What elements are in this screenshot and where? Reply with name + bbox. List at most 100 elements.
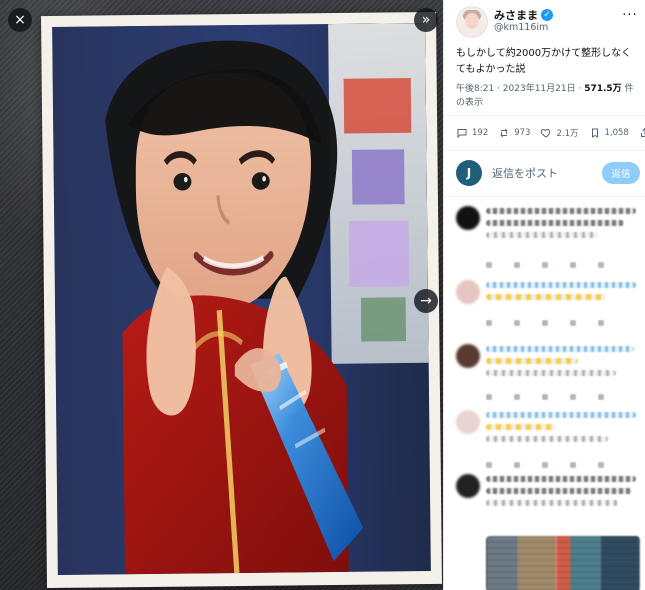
reply-actions-blurred (486, 320, 636, 328)
like-action[interactable]: 2.1万 (540, 127, 579, 139)
reply-avatar[interactable] (456, 280, 480, 304)
verified-check: ✓ (543, 9, 551, 20)
next-image-button[interactable]: → (414, 289, 438, 313)
blurred-line (486, 208, 636, 214)
blurred-line (486, 282, 636, 288)
tweet-panel: みさまま ✓ @km116im ··· もしかして約2000万かけて整形しなくて… (443, 0, 645, 590)
verified-badge-icon: ✓ (541, 9, 553, 21)
blurred-line (486, 488, 632, 494)
tweet-timestamp[interactable]: 午後8:21 · 2023年11月21日 · (456, 84, 584, 94)
like-count: 2.1万 (556, 129, 579, 139)
reply-action-dot (542, 262, 548, 268)
views-count: 571.5万 (584, 84, 622, 94)
reply-action-dot (570, 394, 576, 400)
tweet-text: もしかして約2000万かけて整形しなくてもよかった説 (456, 48, 632, 75)
reply-action-dot (514, 320, 520, 326)
reply-action-dot (598, 462, 604, 468)
reply-actions-blurred (486, 462, 636, 470)
author-display-name[interactable]: みさまま (494, 7, 538, 23)
reply-action-dot (542, 320, 548, 326)
repost-action[interactable]: 973 (498, 127, 530, 139)
reply-action-dot (598, 262, 604, 268)
reply-item[interactable] (456, 206, 638, 276)
blurred-line (486, 294, 606, 300)
reply-action-dot (486, 262, 492, 268)
share-action[interactable] (639, 127, 645, 139)
reply-action-dot (598, 320, 604, 326)
reply-submit-button[interactable]: 返信 (602, 162, 640, 184)
reply-action-dot (486, 320, 492, 326)
divider-2 (444, 150, 645, 151)
reply-icon (456, 127, 468, 139)
bookmark-action[interactable]: 1,058 (589, 127, 629, 139)
blurred-line (486, 424, 556, 430)
photo-illustration (52, 23, 431, 575)
heart-icon (540, 127, 552, 139)
reply-text-blurred (486, 412, 636, 448)
reply-action[interactable]: 192 (456, 127, 488, 139)
reply-item[interactable] (456, 474, 638, 538)
blurred-line (486, 232, 598, 238)
avatar-face (465, 13, 479, 29)
reply-item[interactable] (456, 410, 638, 472)
close-icon: × (14, 12, 26, 28)
tweet-actions: 192 973 2.1万 1,058 (456, 124, 645, 142)
divider-1 (444, 115, 645, 116)
current-user-avatar[interactable]: J (456, 160, 482, 186)
reply-text-blurred (486, 346, 636, 382)
reply-media-thumbnail[interactable] (486, 536, 640, 590)
reply-actions-blurred (486, 394, 636, 402)
reply-item[interactable] (456, 280, 638, 338)
reply-actions-blurred (486, 262, 636, 270)
screen: × » → みさまま ✓ @km116im ··· もしかして約2000万かけて… (0, 0, 645, 590)
photo-print (41, 11, 442, 589)
arrow-right-icon: → (420, 293, 432, 309)
more-icon: ··· (622, 7, 638, 23)
reply-action-dot (514, 462, 520, 468)
blurred-line (486, 500, 618, 506)
reply-item[interactable] (456, 344, 638, 406)
blurred-line (486, 436, 608, 442)
blurred-line (486, 370, 616, 376)
tweet-meta: 午後8:21 · 2023年11月21日 · 571.5万 件の表示 (456, 82, 638, 110)
reply-action-dot (514, 394, 520, 400)
reply-action-dot (598, 394, 604, 400)
media-viewer: × » → (0, 0, 443, 590)
bookmark-icon (589, 127, 601, 139)
reply-input[interactable]: 返信をポスト (492, 165, 558, 181)
more-options-button[interactable]: ··· (621, 6, 639, 24)
reply-action-dot (570, 320, 576, 326)
share-icon (639, 127, 645, 139)
reply-count: 192 (472, 128, 489, 138)
close-button[interactable]: × (8, 8, 32, 32)
chevron-right-double-icon: » (421, 12, 431, 28)
reply-text-blurred (486, 282, 636, 306)
reply-avatar[interactable] (456, 474, 480, 498)
author-name-row[interactable]: みさまま ✓ (494, 7, 553, 23)
reply-avatar[interactable] (456, 206, 480, 230)
repost-icon (498, 127, 510, 139)
photo-image (52, 23, 431, 575)
reply-action-dot (542, 462, 548, 468)
tweet-header: みさまま ✓ @km116im ··· (444, 0, 645, 42)
divider-3 (444, 196, 645, 197)
blurred-line (486, 346, 634, 352)
reply-action-dot (486, 394, 492, 400)
reply-avatar[interactable] (456, 410, 480, 434)
expand-button[interactable]: » (414, 8, 438, 32)
reply-composer: J 返信をポスト 返信 (456, 160, 640, 186)
reply-action-dot (542, 394, 548, 400)
author-handle[interactable]: @km116im (494, 22, 548, 33)
reply-action-dot (514, 262, 520, 268)
reply-avatar[interactable] (456, 344, 480, 368)
author-avatar[interactable] (456, 6, 488, 38)
blurred-line (486, 476, 636, 482)
blurred-line (486, 358, 578, 364)
reply-action-dot (570, 262, 576, 268)
current-user-avatar-letter: J (466, 166, 472, 180)
repost-count: 973 (514, 128, 531, 138)
blurred-line (486, 412, 636, 418)
bookmark-count: 1,058 (604, 128, 629, 138)
reply-text-blurred (486, 208, 636, 244)
reply-action-dot (486, 462, 492, 468)
